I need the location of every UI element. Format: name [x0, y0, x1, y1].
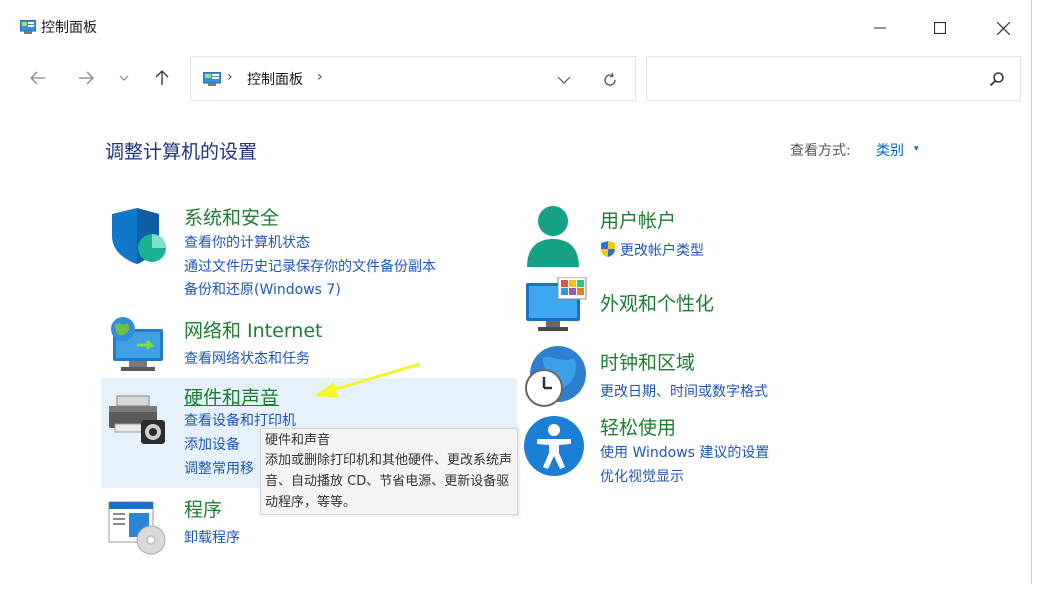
category-title-programs[interactable]: 程序	[184, 495, 222, 522]
search-input[interactable]	[655, 65, 975, 93]
link-add-device[interactable]: 添加设备	[184, 434, 240, 454]
link-change-account-type[interactable]: 更改帐户类型	[620, 240, 704, 260]
breadcrumb-separator[interactable]: ›	[227, 69, 233, 85]
view-by-dropdown[interactable]: 类别	[876, 140, 904, 160]
uac-shield-icon	[601, 241, 615, 257]
link-devices-printers[interactable]: 查看设备和打印机	[184, 410, 296, 430]
control-panel-icon	[20, 20, 36, 34]
tooltip-body: 添加或删除打印机和其他硬件、更改系统声音、自动播放 CD、节省电源、更新设备驱动…	[265, 453, 513, 510]
link-change-date-time-format[interactable]: 更改日期、时间或数字格式	[600, 381, 768, 401]
link-network-status[interactable]: 查看网络状态和任务	[184, 348, 310, 368]
window-title: 控制面板	[41, 20, 97, 36]
printer-icon	[109, 395, 165, 444]
link-view-computer-status[interactable]: 查看你的计算机状态	[184, 232, 310, 252]
control-panel-icon	[203, 72, 221, 86]
close-icon	[996, 21, 1010, 35]
link-adjust-mobility[interactable]: 调整常用移	[184, 458, 254, 478]
annotation-arrow-icon	[314, 362, 421, 398]
back-arrow-icon	[30, 71, 45, 85]
hardware-tooltip: 硬件和声音 添加或删除打印机和其他硬件、更改系统声音、自动播放 CD、节省电源、…	[260, 428, 518, 515]
search-box[interactable]	[646, 56, 1021, 101]
forward-button[interactable]	[72, 64, 100, 92]
recent-locations-button[interactable]	[110, 64, 138, 92]
accessibility-icon	[524, 416, 584, 476]
link-use-recommended-settings[interactable]: 使用 Windows 建议的设置	[600, 442, 769, 462]
breadcrumb-control-panel[interactable]: 控制面板	[247, 69, 303, 89]
title-bar: 控制面板	[0, 0, 1032, 56]
category-title-user-accounts[interactable]: 用户帐户	[600, 206, 676, 233]
chevron-down-icon	[557, 76, 571, 84]
shield-icon	[112, 208, 166, 264]
address-bar[interactable]: › 控制面板 ›	[190, 56, 636, 101]
link-backup-restore[interactable]: 备份和还原(Windows 7)	[184, 279, 341, 299]
search-button[interactable]	[987, 69, 1007, 89]
close-button[interactable]	[978, 8, 1028, 48]
maximize-icon	[934, 22, 946, 34]
search-icon	[989, 72, 1004, 87]
programs-icon	[108, 501, 166, 555]
control-panel-window: 控制面板 › 控制面板 › 调整计算机的设置 查看方式: 类别 ▾ 系统和安全 …	[0, 0, 1032, 584]
up-button[interactable]	[148, 64, 176, 92]
view-by-label: 查看方式:	[790, 143, 851, 159]
minimize-icon	[874, 27, 886, 29]
minimize-button[interactable]	[855, 8, 905, 48]
category-title-appearance[interactable]: 外观和个性化	[600, 289, 714, 316]
network-globe-icon	[111, 317, 163, 371]
page-title: 调整计算机的设置	[105, 141, 258, 163]
tooltip-title: 硬件和声音	[265, 433, 331, 448]
refresh-icon	[604, 72, 616, 86]
maximize-button[interactable]	[915, 8, 965, 48]
view-by-caret-icon[interactable]: ▾	[914, 144, 919, 154]
refresh-button[interactable]	[599, 69, 621, 91]
clock-globe-icon	[525, 346, 586, 407]
link-optimize-visual-display[interactable]: 优化视觉显示	[600, 466, 684, 486]
category-title-network[interactable]: 网络和 Internet	[184, 316, 322, 343]
back-button[interactable]	[24, 64, 52, 92]
category-title-system-security[interactable]: 系统和安全	[184, 203, 279, 230]
user-icon	[527, 206, 579, 267]
category-title-clock-region[interactable]: 时钟和区域	[600, 348, 695, 375]
appearance-monitor-icon	[526, 277, 587, 331]
link-uninstall-program[interactable]: 卸载程序	[184, 527, 240, 547]
address-dropdown-button[interactable]	[553, 69, 575, 91]
breadcrumb-separator[interactable]: ›	[317, 69, 323, 85]
category-title-ease-of-access[interactable]: 轻松使用	[600, 413, 676, 440]
category-title-hardware-sound[interactable]: 硬件和声音	[184, 383, 279, 410]
up-arrow-icon	[155, 70, 169, 85]
chevron-down-icon	[119, 75, 129, 81]
link-file-history[interactable]: 通过文件历史记录保存你的文件备份副本	[184, 256, 436, 276]
forward-arrow-icon	[79, 71, 94, 85]
